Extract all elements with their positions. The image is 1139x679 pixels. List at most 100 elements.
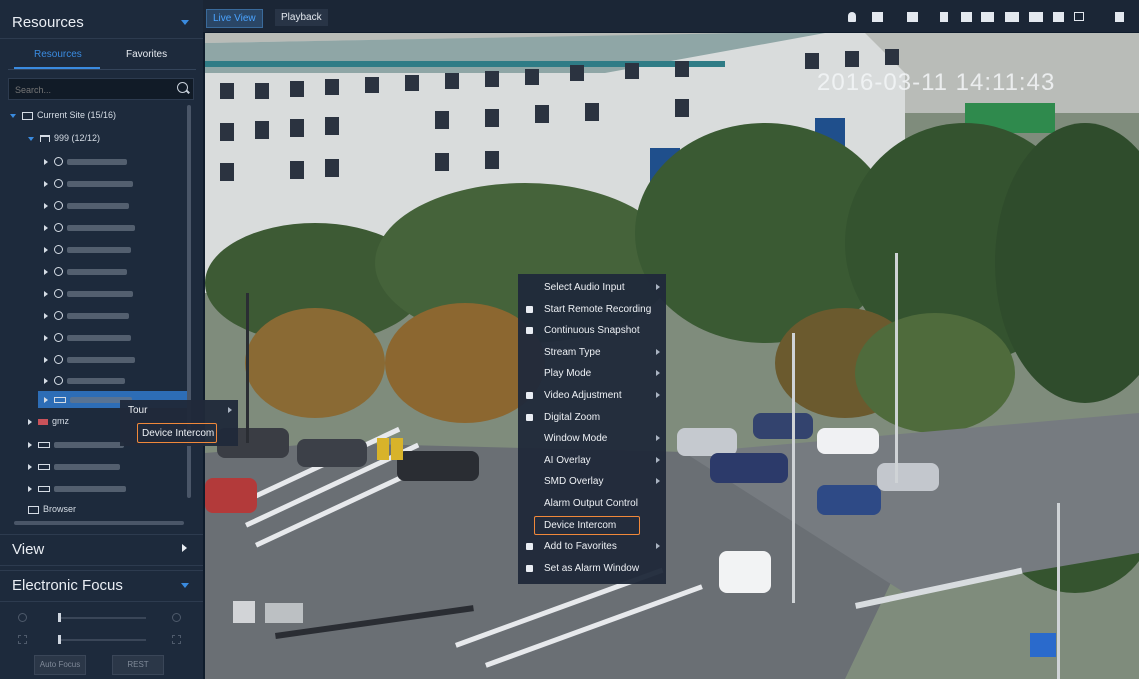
tree-camera-item[interactable] (44, 375, 125, 391)
resource-tabs: Resources Favorites (8, 45, 196, 70)
menu-item-play-mode[interactable]: Play Mode (518, 363, 666, 384)
custom-layout-icon[interactable] (1053, 12, 1064, 22)
redacted-name (67, 312, 129, 319)
tree-node-group[interactable]: 999 (12/12) (28, 133, 100, 149)
focus-slider[interactable] (58, 639, 146, 641)
menu-item-digital-zoom[interactable]: Digital Zoom (518, 407, 666, 428)
tab-resources[interactable]: Resources (34, 49, 82, 60)
menu-item-label: AI Overlay (544, 454, 591, 466)
expand-arrow-icon[interactable] (28, 136, 34, 141)
layout-9-icon[interactable] (1005, 12, 1019, 22)
tree-camera-item[interactable] (44, 354, 135, 370)
menu-item-add-to-favorites[interactable]: Add to Favorites (518, 536, 666, 557)
menu-item-continuous-snapshot[interactable]: Continuous Snapshot (518, 320, 666, 341)
collapse-icon[interactable] (181, 20, 189, 25)
menu-item-label: Window Mode (544, 433, 608, 445)
tree-camera-item[interactable] (44, 244, 131, 260)
expand-arrow-icon[interactable] (44, 334, 48, 341)
expand-arrow-icon[interactable] (44, 396, 48, 403)
tree-camera-item[interactable] (44, 332, 131, 348)
menu-item-device-intercom[interactable]: Device Intercom (518, 515, 666, 536)
fullscreen-icon[interactable] (1074, 12, 1084, 21)
search-input[interactable] (13, 81, 167, 98)
expand-arrow-icon[interactable] (28, 441, 32, 448)
expand-arrow-icon[interactable] (28, 418, 32, 425)
expand-arrow-icon[interactable] (44, 268, 48, 275)
search-icon[interactable] (177, 82, 188, 93)
alarm-bell-icon[interactable] (848, 12, 856, 22)
submenu-arrow-icon (656, 348, 660, 355)
expand-arrow-icon[interactable] (44, 356, 48, 363)
expand-arrow-icon[interactable] (44, 180, 48, 187)
tree-camera-item[interactable] (44, 156, 127, 172)
submenu-arrow-icon (656, 284, 660, 290)
expand-icon[interactable] (182, 544, 187, 552)
expand-arrow-icon[interactable] (28, 463, 32, 470)
tree-camera-item[interactable] (44, 310, 129, 326)
zoom-slider[interactable] (58, 617, 146, 619)
focus-near-icon[interactable] (18, 635, 27, 644)
device-icon (38, 441, 50, 448)
camera-icon (54, 157, 63, 167)
tree-horizontal-scrollbar[interactable] (14, 521, 184, 525)
menu-item-label: Video Adjustment (544, 390, 622, 401)
menu-item-label: Select Audio Input (544, 282, 625, 293)
group-label: 999 (12/12) (54, 133, 101, 143)
tree-node-current-site[interactable]: Current Site (15/16) (10, 110, 116, 126)
menu-item-set-as-alarm-window[interactable]: Set as Alarm Window (518, 558, 666, 579)
tab-favorites[interactable]: Favorites (126, 49, 167, 60)
tree-device-item[interactable] (28, 483, 126, 499)
focus-slider-knob[interactable] (58, 635, 61, 644)
submenu-arrow-icon (656, 370, 660, 377)
video-window[interactable]: 2016-03-11 14:11:43 (205, 33, 1139, 679)
rest-button[interactable]: REST (112, 655, 164, 675)
menu-item-tour[interactable]: Tour (120, 400, 238, 421)
expand-arrow-icon[interactable] (44, 202, 48, 209)
menu-item-smd-overlay[interactable]: SMD Overlay (518, 471, 666, 492)
tree-camera-item[interactable] (44, 222, 135, 238)
menu-item-alarm-output-control[interactable]: Alarm Output Control (518, 493, 666, 514)
layout-1-icon[interactable] (940, 12, 948, 22)
tree-camera-item[interactable] (44, 178, 133, 194)
menu-item-video-adjustment[interactable]: Video Adjustment (518, 385, 666, 406)
save-icon[interactable] (872, 12, 883, 22)
resources-header[interactable]: Resources (0, 8, 203, 39)
menu-item-ai-overlay[interactable]: AI Overlay (518, 450, 666, 471)
tree-node-gmz[interactable]: gmz (28, 416, 69, 432)
zoom-slider-knob[interactable] (58, 613, 61, 622)
focus-far-icon[interactable] (172, 635, 181, 644)
zoom-out-icon[interactable] (18, 613, 27, 622)
tree-camera-item[interactable] (44, 266, 127, 282)
tree-camera-item[interactable] (44, 200, 129, 216)
expand-arrow-icon[interactable] (10, 113, 16, 118)
expand-arrow-icon[interactable] (44, 158, 48, 165)
tree-device-item[interactable] (28, 439, 124, 455)
view-header[interactable]: View (0, 534, 203, 566)
electronic-focus-header[interactable]: Electronic Focus (0, 570, 203, 602)
collapse-icon[interactable] (181, 583, 189, 588)
expand-arrow-icon[interactable] (44, 224, 48, 231)
tab-playback[interactable]: Playback (275, 9, 328, 26)
expand-arrow-icon[interactable] (44, 246, 48, 253)
menu-item-window-mode[interactable]: Window Mode (518, 428, 666, 449)
record-icon[interactable] (907, 12, 918, 22)
menu-icon[interactable] (1115, 12, 1124, 22)
tree-device-item[interactable] (28, 461, 120, 477)
tree-camera-item[interactable] (44, 288, 133, 304)
expand-arrow-icon[interactable] (44, 290, 48, 297)
tree-node-browser[interactable]: Browser (28, 504, 76, 520)
zoom-in-icon[interactable] (172, 613, 181, 622)
menu-item-start-remote-recording[interactable]: Start Remote Recording (518, 299, 666, 320)
menu-item-select-audio-input[interactable]: Select Audio Input (518, 277, 666, 298)
adjust-icon (526, 392, 533, 399)
tab-live-view[interactable]: Live View (206, 9, 263, 28)
search-box[interactable] (8, 78, 194, 100)
expand-arrow-icon[interactable] (44, 312, 48, 319)
expand-arrow-icon[interactable] (28, 485, 32, 492)
expand-arrow-icon[interactable] (44, 377, 48, 384)
menu-item-stream-type[interactable]: Stream Type (518, 342, 666, 363)
layout-2-icon[interactable] (961, 12, 972, 22)
layout-16-icon[interactable] (1029, 12, 1043, 22)
auto-focus-button[interactable]: Auto Focus (34, 655, 86, 675)
layout-4-icon[interactable] (981, 12, 994, 22)
